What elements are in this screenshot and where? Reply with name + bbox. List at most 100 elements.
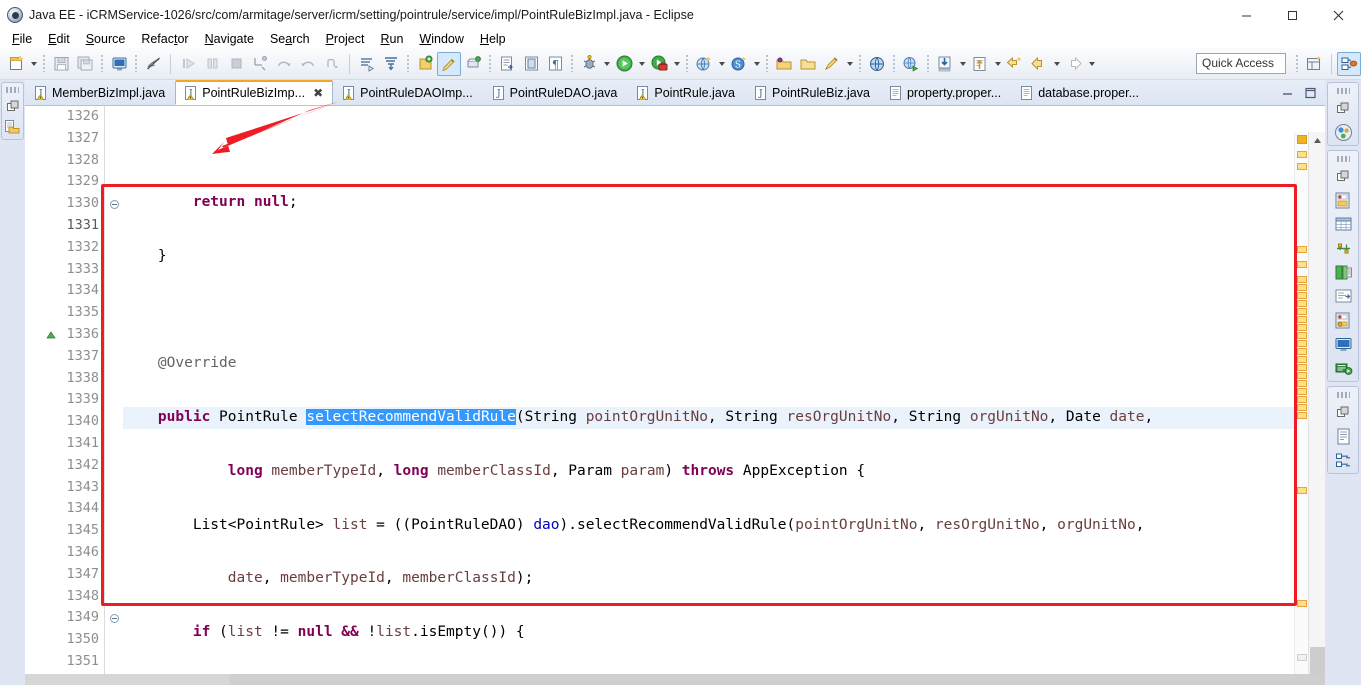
marker-gutter[interactable] [25,106,42,674]
paint-dropdown-icon[interactable] [844,52,855,76]
project-explorer-icon[interactable] [3,118,22,137]
back-icon[interactable] [1027,52,1051,76]
minimize-button[interactable] [1223,0,1269,30]
external-tools-dropdown-icon[interactable] [671,52,682,76]
restore-view-icon[interactable] [1332,402,1354,422]
progress-icon[interactable] [1332,358,1354,378]
suspend-icon[interactable] [200,52,224,76]
collapse-toggle-icon[interactable] [105,607,123,629]
editor-tab-1[interactable]: J PointRuleBizImp... ✖ [175,80,334,105]
menu-navigate[interactable]: Navigate [197,30,262,48]
previous-annotation-icon[interactable] [379,52,403,76]
editor-tab-3[interactable]: J PointRuleDAO.java [483,80,628,105]
new-java-class-icon[interactable] [437,51,461,76]
editor-tab-4[interactable]: J PointRule.java [627,80,745,105]
debug-dropdown-icon[interactable] [601,52,612,76]
editor-tab-5[interactable]: J PointRuleBiz.java [745,80,880,105]
editor-tab-0[interactable]: J MemberBizImpl.java [25,80,175,105]
task-list-icon[interactable] [1332,450,1354,470]
menu-window[interactable]: Window [411,30,471,48]
restore-view-icon[interactable] [1332,166,1354,186]
editor-tab-6[interactable]: property.proper... [880,80,1011,105]
export-dropdown-icon[interactable] [957,52,968,76]
restore-view-icon[interactable] [3,96,22,115]
scrollbar-thumb[interactable] [230,674,1325,685]
overview-ruler[interactable] [1294,132,1308,685]
run-on-server-icon[interactable] [899,52,923,76]
open-perspective-icon[interactable] [1302,52,1326,76]
menu-refactor[interactable]: Refactor [133,30,196,48]
scrollbar-thumb[interactable] [1310,647,1325,675]
horizontal-scrollbar[interactable] [25,674,1325,685]
outline-up-icon[interactable] [968,52,992,76]
snippets-icon[interactable] [1332,238,1354,258]
menu-run[interactable]: Run [372,30,411,48]
forward-dropdown-icon[interactable] [1086,52,1097,76]
open-task-icon[interactable] [519,52,543,76]
step-return-icon[interactable] [296,52,320,76]
web-browser-icon[interactable] [865,52,889,76]
debug-icon[interactable] [577,52,601,76]
maximize-button[interactable] [1269,0,1315,30]
next-annotation-icon[interactable] [355,52,379,76]
toggle-mark-occurrences-icon[interactable] [141,52,165,76]
new-dropdown-icon[interactable] [28,52,39,76]
back-to-icon[interactable] [1003,52,1027,76]
forward-icon[interactable] [1062,52,1086,76]
print-icon[interactable] [107,52,131,76]
step-into-icon[interactable] [248,52,272,76]
run-external-tools-icon[interactable] [647,52,671,76]
terminate-icon[interactable] [224,52,248,76]
vertical-scrollbar[interactable] [1308,132,1325,685]
view-drag-handle-icon[interactable] [1336,156,1350,162]
menu-source[interactable]: Source [78,30,134,48]
run-dropdown-icon[interactable] [636,52,647,76]
properties-table-icon[interactable] [1332,214,1354,234]
run-icon[interactable] [612,52,636,76]
back-dropdown-icon[interactable] [1051,52,1062,76]
close-icon[interactable]: ✖ [313,86,323,100]
new-server-icon[interactable] [692,52,716,76]
import-icon[interactable] [933,52,957,76]
editor-tab-2[interactable]: J PointRuleDAOImp... [333,80,483,105]
search-s-icon[interactable]: S [727,52,751,76]
open-type-icon[interactable] [495,52,519,76]
drop-to-frame-icon[interactable] [320,52,344,76]
collapse-toggle-icon[interactable] [105,193,123,215]
view-drag-handle-icon[interactable] [1336,88,1350,94]
data-source-explorer-icon[interactable] [1332,262,1354,282]
code-editor[interactable]: 1326 1327 1328 1329 1330 1331 1332 1333 … [25,106,1325,685]
save-icon[interactable] [49,52,73,76]
terminal-icon[interactable] [1332,334,1354,354]
menu-help[interactable]: Help [472,30,514,48]
open-folder-icon[interactable] [772,52,796,76]
folding-ruler[interactable] [105,106,123,674]
menu-edit[interactable]: Edit [40,30,78,48]
step-over-icon[interactable] [272,52,296,76]
outline-icon[interactable] [1332,426,1354,446]
menu-file[interactable]: File [4,30,40,48]
minimize-editor-icon[interactable] [1281,87,1294,99]
restore-view-icon[interactable] [1332,98,1354,118]
source-code[interactable]: return null; } @Override public PointRul… [123,106,1313,674]
editor-tab-7[interactable]: database.proper... [1011,80,1149,105]
new-wizard-icon[interactable] [4,52,28,76]
view-drag-handle-icon[interactable] [6,87,19,93]
resume-icon[interactable] [176,52,200,76]
search-dropdown-icon[interactable] [751,52,762,76]
servers-icon[interactable] [1332,190,1354,210]
save-all-icon[interactable] [73,52,97,76]
java-ee-perspective-icon[interactable] [1337,51,1361,76]
markers-icon[interactable] [1332,310,1354,330]
outline-dropdown-icon[interactable] [992,52,1003,76]
maximize-editor-icon[interactable] [1304,87,1317,99]
console-icon[interactable] [1332,286,1354,306]
paintbrush-icon[interactable] [820,52,844,76]
menu-search[interactable]: Search [262,30,318,48]
open-package-icon[interactable] [796,52,820,76]
view-drag-handle-icon[interactable] [1336,392,1350,398]
new-java-package-icon[interactable] [461,52,485,76]
java-ee-perspective-icon[interactable] [1332,122,1354,142]
menu-project[interactable]: Project [318,30,373,48]
scroll-up-icon[interactable] [1309,132,1326,149]
